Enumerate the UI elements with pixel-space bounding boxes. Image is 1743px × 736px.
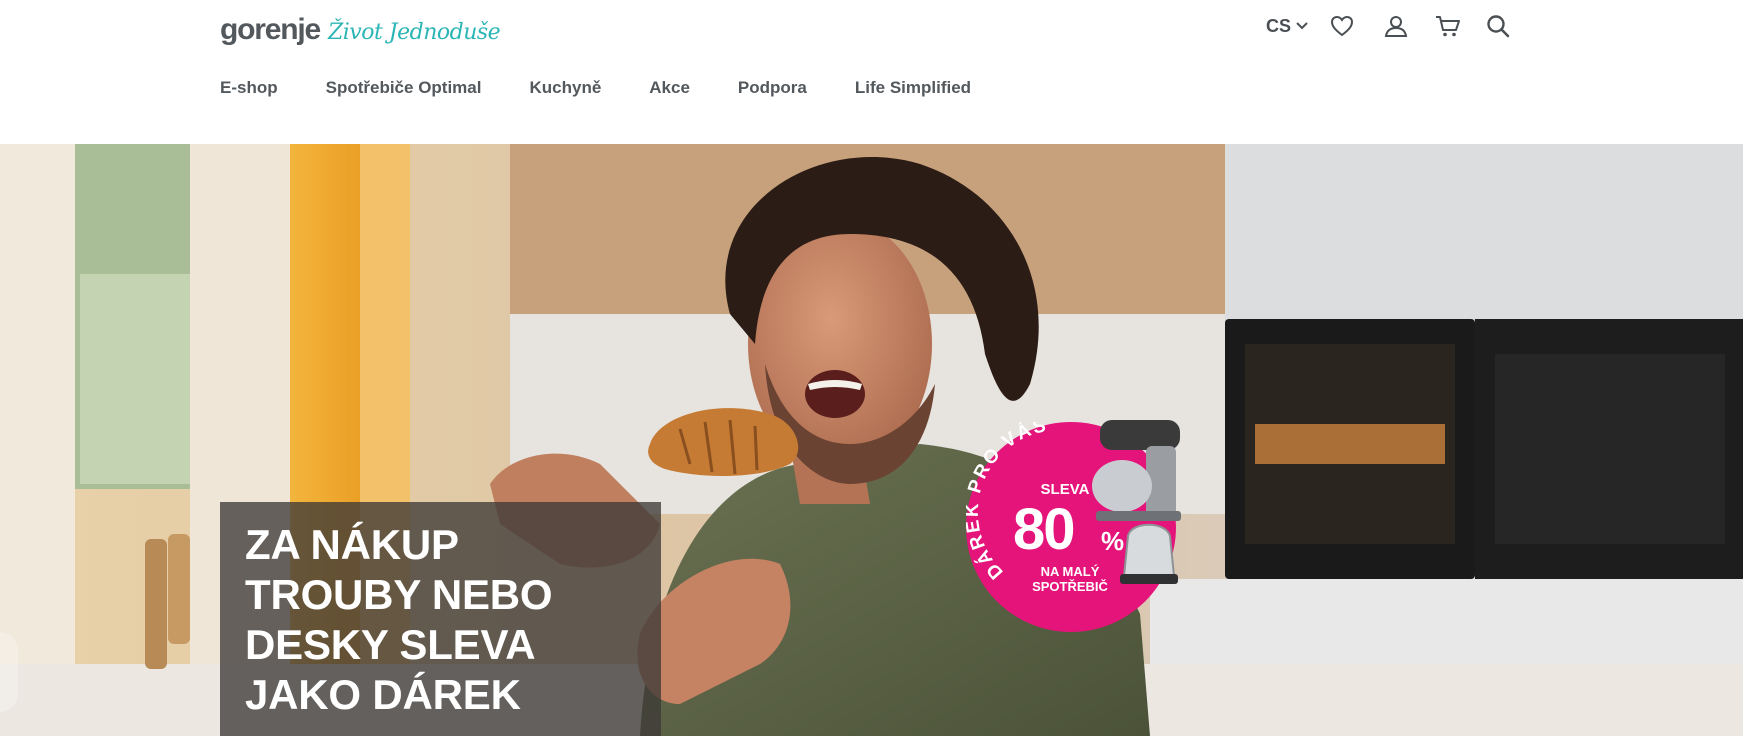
site-header: gorenje Život Jednoduše CS E-shop Spotře… [0, 0, 1743, 144]
account-button[interactable] [1382, 12, 1410, 40]
logo-slogan: Život Jednoduše [327, 20, 501, 45]
headline-line: JAKO DÁREK [245, 671, 521, 718]
main-navigation: E-shop Spotřebiče Optimal Kuchyně Akce P… [220, 78, 1019, 98]
wishlist-button[interactable] [1328, 12, 1356, 40]
chevron-down-icon [1296, 22, 1308, 30]
nav-item-appliances-optimal[interactable]: Spotřebiče Optimal [326, 78, 482, 98]
language-label: CS [1266, 15, 1292, 36]
search-button[interactable] [1484, 12, 1512, 40]
language-selector[interactable]: CS [1266, 16, 1308, 37]
gorenje-logo[interactable]: gorenje Život Jednoduše [220, 13, 501, 47]
promo-headline: ZA NÁKUP TROUBY NEBO DESKY SLEVA JAKO DÁ… [245, 520, 645, 720]
cart-icon [1436, 16, 1461, 37]
nav-item-promotions[interactable]: Akce [649, 78, 690, 98]
cart-button[interactable] [1434, 12, 1462, 40]
small-appliances-image [1092, 420, 1181, 584]
heart-icon [1331, 15, 1354, 37]
headline-line: DESKY SLEVA [245, 621, 536, 668]
nav-item-kitchens[interactable]: Kuchyně [529, 78, 601, 98]
nav-item-eshop[interactable]: E-shop [220, 78, 278, 98]
carousel-previous-button[interactable] [0, 632, 18, 712]
badge-discount-value: 80 [1013, 497, 1075, 562]
headline-line: ZA NÁKUP [245, 521, 459, 568]
nav-item-support[interactable]: Podpora [738, 78, 807, 98]
user-icon [1384, 16, 1408, 37]
search-icon [1487, 15, 1510, 38]
nav-item-life-simplified[interactable]: Life Simplified [855, 78, 971, 98]
header-utilities: CS [1266, 12, 1512, 40]
headline-line: TROUBY NEBO [245, 571, 553, 618]
logo-wordmark: gorenje [220, 13, 321, 46]
